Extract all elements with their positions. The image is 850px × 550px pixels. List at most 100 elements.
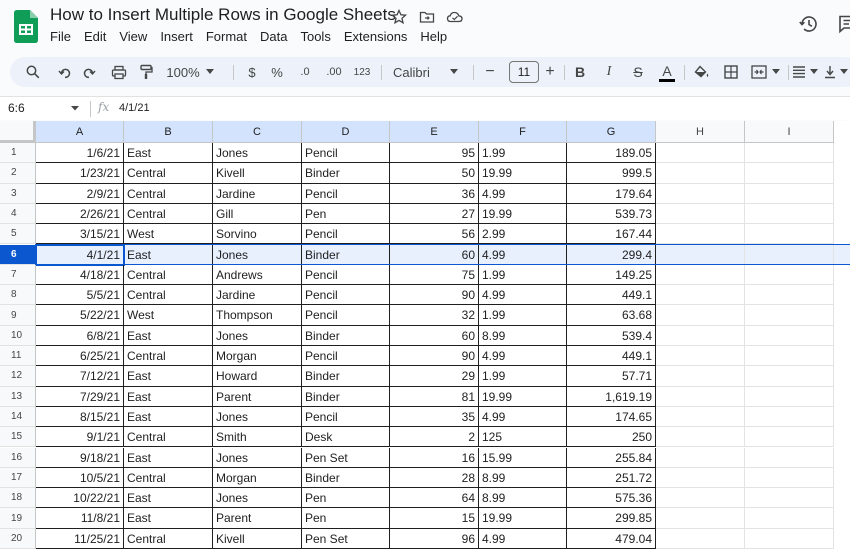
cell-e18[interactable]: 64	[390, 488, 479, 509]
cell-e7[interactable]: 75	[390, 264, 479, 286]
row-header[interactable]: 8	[0, 285, 36, 306]
cell-b17[interactable]: Central	[124, 467, 213, 489]
cell-c6[interactable]: Jones	[213, 244, 302, 265]
cell-c9[interactable]: Thompson	[213, 305, 302, 326]
cell-i19[interactable]	[745, 508, 834, 529]
cell-d19[interactable]: Pen	[302, 508, 390, 529]
cell-h18[interactable]	[656, 488, 745, 509]
cell-h16[interactable]	[656, 447, 745, 468]
cell-f2[interactable]: 19.99	[479, 163, 567, 184]
horizontal-align-icon[interactable]	[790, 57, 820, 87]
cell-c10[interactable]: Jones	[213, 325, 302, 346]
cell-b18[interactable]: East	[124, 488, 213, 509]
redo-icon[interactable]	[79, 57, 101, 87]
sheets-logo-icon[interactable]	[14, 10, 38, 43]
cell-i7[interactable]	[745, 264, 834, 286]
cell-b3[interactable]: Central	[124, 183, 213, 204]
cell-d13[interactable]: Binder	[302, 386, 390, 407]
cell-b1[interactable]: East	[124, 143, 213, 164]
number-format-button[interactable]: 123	[351, 57, 373, 87]
cell-g11[interactable]: 449.1	[567, 346, 656, 367]
column-header-d[interactable]: D	[302, 121, 390, 143]
cell-h20[interactable]	[656, 528, 745, 549]
column-header-f[interactable]: F	[479, 121, 567, 143]
bold-button[interactable]: B	[569, 57, 591, 87]
cell-c3[interactable]: Jardine	[213, 183, 302, 204]
fill-color-icon[interactable]	[691, 57, 713, 87]
cell-a11[interactable]: 6/25/21	[36, 346, 124, 367]
column-header-h[interactable]: H	[656, 121, 745, 143]
row-header[interactable]: 13	[0, 386, 36, 407]
percent-format-button[interactable]: %	[267, 57, 287, 87]
cell-a10[interactable]: 6/8/21	[36, 325, 124, 346]
cell-i6[interactable]	[745, 244, 834, 265]
cell-e6[interactable]: 60	[390, 244, 479, 265]
cell-e3[interactable]: 36	[390, 183, 479, 204]
cell-f14[interactable]: 4.99	[479, 406, 567, 428]
cell-i20[interactable]	[745, 528, 834, 549]
cell-g12[interactable]: 57.71	[567, 366, 656, 387]
cell-b13[interactable]: East	[124, 386, 213, 407]
cell-h7[interactable]	[656, 264, 745, 286]
formula-input[interactable]: 4/1/21	[119, 102, 150, 114]
cell-f13[interactable]: 19.99	[479, 386, 567, 407]
cell-b10[interactable]: East	[124, 325, 213, 346]
chevron-down-icon[interactable]	[70, 103, 80, 113]
cell-i8[interactable]	[745, 285, 834, 306]
currency-format-button[interactable]: $	[242, 57, 262, 87]
cell-f18[interactable]: 8.99	[479, 488, 567, 509]
row-header[interactable]: 6	[0, 244, 36, 265]
cell-i17[interactable]	[745, 467, 834, 489]
menu-edit[interactable]: Edit	[84, 29, 106, 44]
cell-g9[interactable]: 63.68	[567, 305, 656, 326]
row-header[interactable]: 7	[0, 264, 36, 286]
zoom-select[interactable]: 100%	[165, 57, 215, 87]
cell-g4[interactable]: 539.73	[567, 203, 656, 225]
row-header[interactable]: 20	[0, 528, 36, 549]
cell-i11[interactable]	[745, 346, 834, 367]
cell-c17[interactable]: Morgan	[213, 467, 302, 489]
row-header[interactable]: 14	[0, 406, 36, 428]
document-title[interactable]: How to Insert Multiple Rows in Google Sh…	[50, 5, 396, 25]
cell-f4[interactable]: 19.99	[479, 203, 567, 225]
cell-b11[interactable]: Central	[124, 346, 213, 367]
cell-e11[interactable]: 90	[390, 346, 479, 367]
cell-h11[interactable]	[656, 346, 745, 367]
cell-b12[interactable]: East	[124, 366, 213, 387]
cell-h15[interactable]	[656, 427, 745, 448]
cell-e17[interactable]: 28	[390, 467, 479, 489]
cell-c19[interactable]: Parent	[213, 508, 302, 529]
cell-d6[interactable]: Binder	[302, 244, 390, 265]
cell-e13[interactable]: 81	[390, 386, 479, 407]
cell-a12[interactable]: 7/12/21	[36, 366, 124, 387]
cell-g17[interactable]: 251.72	[567, 467, 656, 489]
cell-a20[interactable]: 11/25/21	[36, 528, 124, 549]
comments-icon[interactable]	[838, 14, 850, 34]
cell-b4[interactable]: Central	[124, 203, 213, 225]
cell-a19[interactable]: 11/8/21	[36, 508, 124, 529]
cell-f7[interactable]: 1.99	[479, 264, 567, 286]
row-header[interactable]: 9	[0, 305, 36, 326]
cell-e1[interactable]: 95	[390, 143, 479, 164]
row-header[interactable]: 1	[0, 143, 36, 164]
cell-f20[interactable]: 4.99	[479, 528, 567, 549]
cell-i12[interactable]	[745, 366, 834, 387]
move-folder-icon[interactable]	[417, 7, 437, 27]
cell-h2[interactable]	[656, 163, 745, 184]
cell-e12[interactable]: 29	[390, 366, 479, 387]
cell-g1[interactable]: 189.05	[567, 143, 656, 164]
cell-g6[interactable]: 299.4	[567, 244, 656, 265]
cell-b7[interactable]: Central	[124, 264, 213, 286]
menu-help[interactable]: Help	[420, 29, 447, 44]
cell-g13[interactable]: 1,619.19	[567, 386, 656, 407]
cell-c15[interactable]: Smith	[213, 427, 302, 448]
cell-h6[interactable]	[656, 244, 745, 265]
column-header-i[interactable]: I	[745, 121, 834, 143]
version-history-icon[interactable]	[798, 13, 820, 35]
cell-d7[interactable]: Pencil	[302, 264, 390, 286]
cell-b5[interactable]: West	[124, 224, 213, 245]
row-header[interactable]: 18	[0, 488, 36, 509]
row-header[interactable]: 10	[0, 325, 36, 346]
cell-b16[interactable]: East	[124, 447, 213, 468]
cell-d15[interactable]: Desk	[302, 427, 390, 448]
